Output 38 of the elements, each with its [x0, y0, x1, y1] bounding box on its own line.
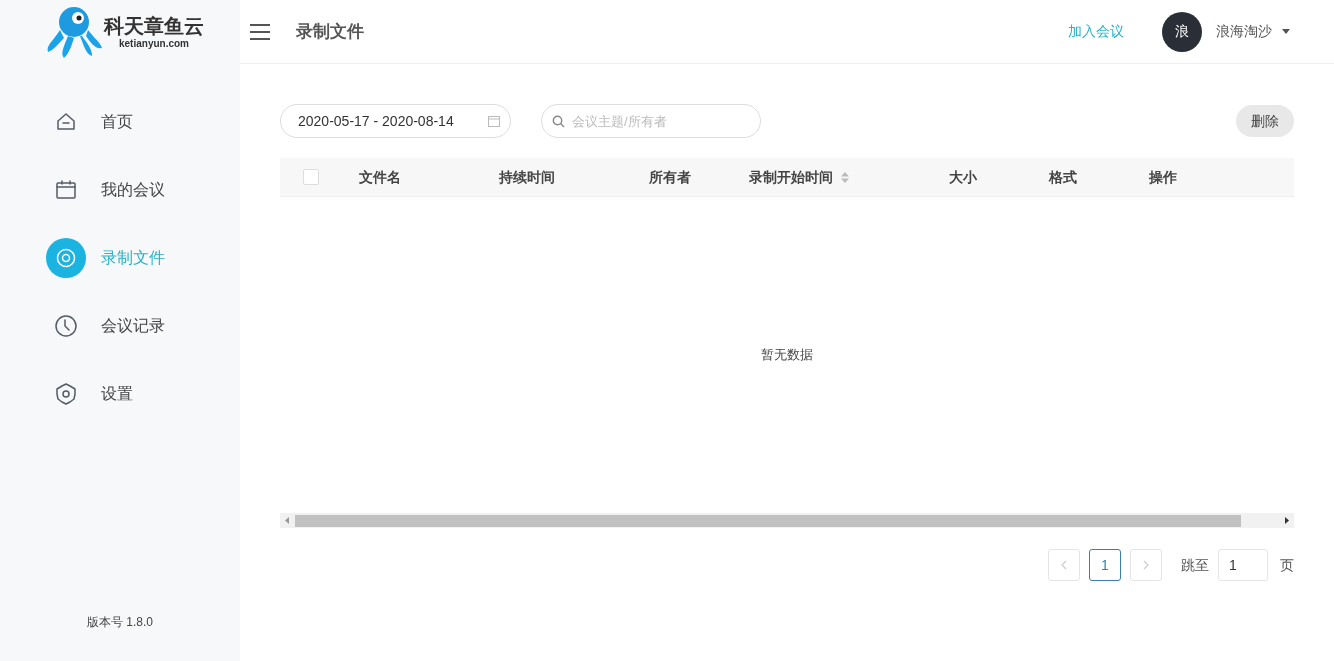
- column-header: 持续时间: [499, 167, 555, 187]
- select-all-checkbox[interactable]: [303, 169, 319, 185]
- search-field[interactable]: 会议主题/所有者: [541, 104, 761, 138]
- page-button[interactable]: 1: [1089, 549, 1121, 581]
- settings-icon: [54, 382, 78, 406]
- calendar-icon: [488, 115, 500, 127]
- sidebar-item[interactable]: 会议记录: [0, 306, 240, 346]
- sidebar-item[interactable]: 设置: [0, 374, 240, 414]
- column-header: 操作: [1149, 167, 1177, 187]
- sidebar-item[interactable]: 首页: [0, 102, 240, 142]
- logo-domain: ketianyun.com: [119, 38, 189, 50]
- column-header: 格式: [1049, 167, 1077, 187]
- column-header: 所有者: [649, 167, 691, 187]
- user-menu[interactable]: 浪海淘沙: [1216, 21, 1290, 42]
- jump-page-field[interactable]: 1: [1218, 549, 1268, 581]
- sidebar-item[interactable]: 我的会议: [0, 170, 240, 210]
- page-suffix: 页: [1280, 555, 1294, 575]
- disc-icon: [55, 247, 77, 269]
- sort-icon[interactable]: [841, 171, 849, 183]
- horizontal-scrollbar[interactable]: [280, 513, 1294, 528]
- user-avatar: 浪: [1162, 11, 1202, 52]
- column-header: 大小: [949, 167, 977, 187]
- delete-button[interactable]: 删除: [1236, 105, 1294, 137]
- empty-text: 暂无数据: [761, 346, 813, 365]
- clock-icon: [54, 314, 78, 338]
- chevron-left-icon: [1061, 560, 1067, 570]
- home-icon: [55, 111, 77, 133]
- calendar-icon: [55, 179, 77, 201]
- column-header: 文件名: [359, 167, 401, 187]
- chevron-right-icon: [1143, 560, 1149, 570]
- logo-text: 科天章鱼云: [104, 14, 204, 38]
- page-title: 录制文件: [296, 20, 364, 43]
- column-header: 录制开始时间: [749, 167, 833, 187]
- version-text: 版本号 1.8.0: [86, 614, 154, 631]
- menu-icon[interactable]: [250, 23, 270, 40]
- jump-label: 跳至: [1181, 555, 1209, 575]
- caret-icon: [1282, 29, 1290, 34]
- search-icon: [552, 115, 565, 128]
